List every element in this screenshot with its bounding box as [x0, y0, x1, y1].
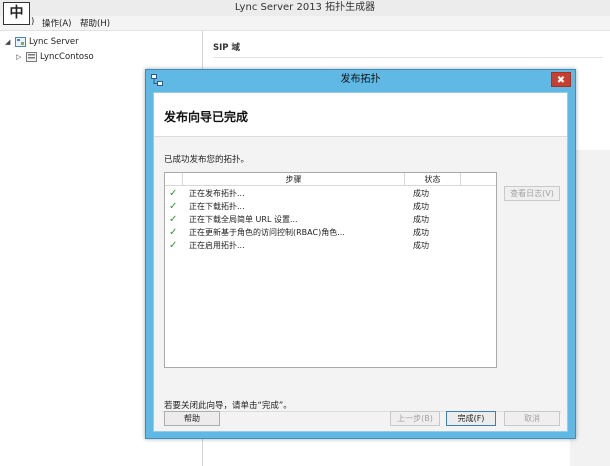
- steps-table: 步骤 状态 ✓ 正在发布拓扑... 成功 ✓ 正在下载拓扑... 成功 ✓ 正在…: [164, 172, 497, 368]
- sip-domain-header: SIP 域: [213, 43, 240, 53]
- close-button[interactable]: ✖: [551, 72, 571, 87]
- wizard-heading: 发布向导已完成: [164, 110, 249, 124]
- tree-item-label: LyncContoso: [40, 52, 94, 62]
- status-text: 成功: [413, 189, 429, 198]
- status-text: 成功: [413, 215, 429, 224]
- step-text: 正在下载拓扑...: [189, 202, 245, 211]
- menu-item-help[interactable]: 帮助(H): [80, 17, 110, 29]
- step-text: 正在发布拓扑...: [189, 189, 245, 198]
- success-check-icon: ✓: [169, 188, 178, 199]
- step-text: 正在下载全局简单 URL 设置...: [189, 215, 298, 224]
- success-check-icon: ✓: [169, 227, 178, 238]
- status-text: 成功: [413, 228, 429, 237]
- background-panel: [570, 150, 610, 466]
- success-check-icon: ✓: [169, 201, 178, 212]
- tree-item-lync-server[interactable]: ◢ Lync Server: [5, 37, 79, 47]
- dialog-body: 发布向导已完成 已成功发布您的拓扑。 步骤 状态 ✓ 正在发布拓扑... 成功 …: [153, 92, 568, 432]
- menu-item-action[interactable]: 操作(A): [42, 17, 71, 29]
- server-tree-icon: [15, 37, 26, 47]
- table-row[interactable]: ✓ 正在发布拓扑... 成功: [165, 187, 496, 200]
- menu-item-file[interactable]: ): [31, 17, 34, 27]
- help-button[interactable]: 帮助: [164, 411, 220, 426]
- success-check-icon: ✓: [169, 214, 178, 225]
- table-row[interactable]: ✓ 正在下载拓扑... 成功: [165, 200, 496, 213]
- step-text: 正在启用拓扑...: [189, 241, 245, 250]
- column-header-status[interactable]: 状态: [405, 173, 461, 186]
- column-header-check: [165, 173, 183, 186]
- collapse-arrow-icon[interactable]: ▷: [16, 53, 26, 61]
- cancel-button[interactable]: 取消: [504, 411, 560, 426]
- back-button[interactable]: 上一步(B): [390, 411, 440, 426]
- tree-item-lynccontoso[interactable]: ▷ LyncContoso: [16, 52, 94, 62]
- step-text: 正在更新基于角色的访问控制(RBAC)角色...: [189, 228, 345, 237]
- status-text: 成功: [413, 241, 429, 250]
- ime-indicator[interactable]: 中: [3, 2, 30, 25]
- table-row[interactable]: ✓ 正在启用拓扑... 成功: [165, 239, 496, 252]
- publish-topology-dialog: 发布拓扑 ✖ 发布向导已完成 已成功发布您的拓扑。 步骤 状态 ✓ 正在发布拓扑…: [145, 69, 576, 439]
- app-title-bar: Lync Server 2013 拓扑生成器: [0, 0, 610, 16]
- footer-divider: [162, 411, 561, 412]
- success-check-icon: ✓: [169, 240, 178, 251]
- section-divider: [213, 57, 603, 58]
- app-title: Lync Server 2013 拓扑生成器: [234, 2, 376, 13]
- menu-bar: ) 操作(A) 帮助(H): [0, 16, 610, 31]
- wizard-banner: 发布向导已完成: [154, 93, 567, 137]
- table-row[interactable]: ✓ 正在下载全局简单 URL 设置... 成功: [165, 213, 496, 226]
- expand-arrow-icon[interactable]: ◢: [5, 38, 15, 46]
- site-tree-icon: [26, 52, 37, 62]
- dialog-title: 发布拓扑: [340, 74, 381, 85]
- close-hint: 若要关闭此向导，请单击“完成”。: [164, 401, 292, 411]
- column-header-step[interactable]: 步骤: [183, 173, 405, 186]
- tree-item-label: Lync Server: [29, 37, 79, 47]
- success-message: 已成功发布您的拓扑。: [164, 155, 250, 165]
- finish-button[interactable]: 完成(F): [446, 411, 496, 426]
- status-text: 成功: [413, 202, 429, 211]
- table-header: 步骤 状态: [165, 173, 496, 186]
- table-row[interactable]: ✓ 正在更新基于角色的访问控制(RBAC)角色... 成功: [165, 226, 496, 239]
- view-log-button[interactable]: 查看日志(V): [504, 186, 560, 201]
